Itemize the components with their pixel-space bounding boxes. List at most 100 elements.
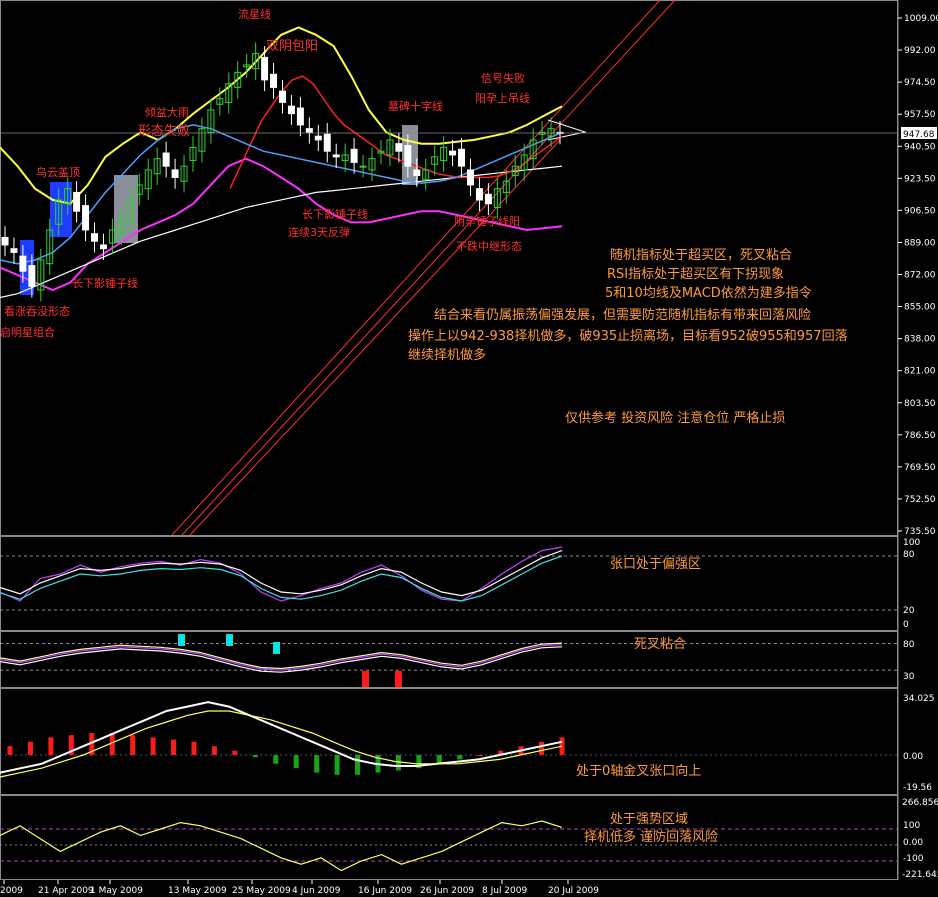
kd-axis-label: 80 [903,550,915,560]
pattern-label: 不跌中继形态 [456,239,522,253]
date-axis-label: 2009 [0,886,23,896]
candle-body [458,148,466,167]
date-axis: 2009 21 Apr 20091 May 2009 13 May 2009 25 M… [0,880,599,896]
date-axis-label: 1 May 2009 [90,886,143,896]
rsi-marker-cyan [178,634,185,646]
panel-notes: 张口处于偏强区 死叉粘合 处于0轴金叉张口向上 处于强势区域 择机低多 谨防回落… [576,557,718,845]
macd-hist-bar [171,739,177,755]
trend-channel [171,0,676,536]
candle-body [28,265,36,287]
pattern-label: 乌云盖顶 [36,165,80,179]
date-axis-label: 13 May 2009 [168,886,227,896]
channel-line [181,0,676,536]
macd-hist-bar [293,755,299,769]
kd-axis-label: 100 [903,538,920,548]
candlesticks [1,42,564,302]
macd-panel [0,701,898,778]
commentary-line: 随机指标处于超买区，死叉粘合 [610,248,792,263]
date-axis-label: 16 Jun 2009 [358,886,412,896]
price-axis-label: 872.00 [904,271,936,281]
macd-hist-bar [273,755,279,764]
current-price: 947.68 [903,130,935,140]
candle-body [404,145,412,167]
pattern-label: 形态失败 [138,124,190,139]
panel-frame [0,795,898,880]
rsi-marker-cyan [226,634,233,646]
candle-body [171,169,179,178]
candle-body [279,90,286,103]
macd-hist-bar [48,737,54,755]
rsi-axis-label: 30 [903,672,915,682]
pattern-label: 倾盆大雨 [145,105,189,119]
kd-j-line [0,555,563,602]
candle-body [99,244,107,250]
pattern-label: 阴孕锤子线阳 [454,214,520,228]
macd-hist-bar [27,741,33,755]
pattern-label: 阳孕上吊线 [475,91,530,105]
candle-body [287,105,295,115]
panel-axis-labels: 100 80 20 0 80 30 34.025 0.00 -19.56 266… [902,538,938,880]
candle-body [305,128,313,133]
price-axis: 1009.00 992.00 974.50 957.50 940.50 923.50 906… [0,14,938,537]
macd-hist-bar [150,737,156,755]
pattern-label: 启明星组合 [0,325,55,339]
candle-body [82,205,90,231]
disclaimer: 仅供参考 投资风险 注意仓位 严格止损 [565,410,785,426]
kd-panel [0,546,898,611]
pattern-label: 双阴包阳 [266,39,318,54]
candle-body [270,73,278,88]
pattern-highlight [50,182,72,237]
macd-hist-bar [211,746,217,755]
price-axis-label: 855.00 [904,303,936,313]
commentary-line: 继续择机做多 [408,347,486,363]
date-axis-label: 8 Jul 2009 [482,886,527,896]
commentary-line: 操作上以942-938择机做多，破935止损离场，目标看952破955和957回… [408,328,848,344]
candle-body [484,193,492,205]
candle-body [91,233,99,242]
price-axis-label: 735.50 [904,527,936,537]
channel-line [171,0,661,536]
rsi-marker-red [362,671,369,687]
price-axis-label: 786.50 [904,431,936,441]
macd-note: 处于0轴金叉张口向上 [576,763,701,779]
price-axis-label: 923.50 [904,174,936,184]
candle-body [475,188,483,201]
rsi-note: 死叉粘合 [634,637,686,652]
pattern-label: 长下影锤子线 [302,207,368,221]
pattern-label: 流星线 [238,7,271,21]
moving-averages [0,75,563,299]
candle-body [296,107,304,126]
pattern-label: 墓碑十字线 [388,99,443,113]
price-axis-label: 974.50 [904,78,936,88]
price-axis-label: 1009.00 [904,14,938,24]
macd-axis-label: -19.56 [903,783,932,793]
candle-body [10,248,18,253]
macd-hist-bar [395,755,401,771]
cci-panel [0,820,898,872]
macd-hist-bar [191,741,197,755]
candle-body [261,56,269,81]
macd-hist-bar [130,735,136,755]
cci-line [0,820,563,872]
price-axis-label: 769.50 [904,463,936,473]
pattern-label: 连续3天反弹 [288,225,350,239]
date-axis-label: 20 Jul 2009 [548,886,599,896]
macd-hist-bar [355,755,361,775]
date-axis-label: 4 Jun 2009 [292,886,341,896]
candle-body [359,165,367,168]
rsi-axis-label: 80 [903,640,915,650]
candle-body [314,135,322,141]
price-axis-label: 803.50 [904,399,936,409]
kd-d-line [0,550,563,597]
date-axis-label: 26 Jun 2009 [420,886,474,896]
kd-axis-label: 0 [903,620,909,630]
rsi-marker-cyan [273,642,280,654]
candle-body [332,154,340,158]
date-axis-label: 25 May 2009 [232,886,291,896]
cci-note: 择机低多 谨防回落风险 [584,829,718,845]
price-axis-label: 940.50 [904,142,936,152]
candle-body [1,236,9,246]
macd-hist-bar [232,750,238,755]
commentary: 随机指标处于超买区，死叉粘合 RSI指标处于超买区有下拐现象 5和10均线及MA… [408,248,848,426]
macd-axis-label: 0.00 [903,752,923,762]
